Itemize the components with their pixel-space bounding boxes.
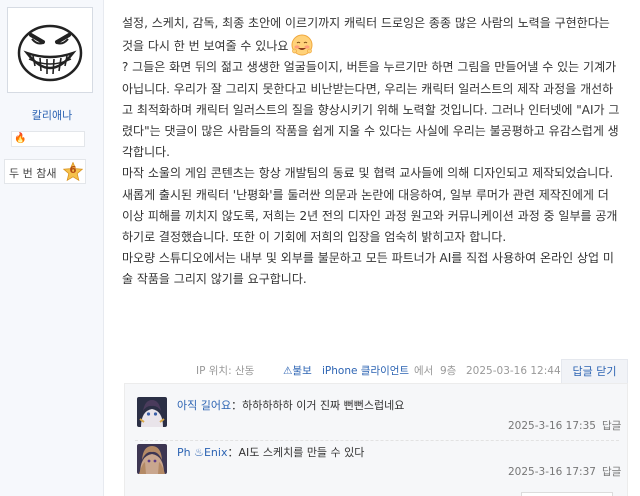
- reply-separator: ：: [231, 399, 243, 412]
- reply-link[interactable]: 답글: [602, 420, 621, 432]
- post-timestamp: 2025-03-16 12:44: [466, 365, 561, 377]
- blushing-smile-emoji-icon: [291, 34, 313, 56]
- level-number: 6: [69, 165, 77, 176]
- floor-number: 9층: [440, 365, 457, 377]
- reply-meta: 2025-3-16 17:35 답글: [508, 418, 621, 434]
- post-paragraph: ? 그들은 화면 뒤의 젊고 생생한 얼굴들이지, 버튼을 누르기만 하면 그림…: [122, 60, 620, 160]
- report-link[interactable]: ⚠불보: [283, 361, 312, 381]
- ip-location: IP 위치: 산동: [196, 365, 255, 377]
- more-replies-box[interactable]: [521, 492, 613, 496]
- author-avatar[interactable]: [7, 7, 93, 93]
- anime-avatar-icon: [137, 444, 167, 474]
- post-paragraph: 마작 소울의 게임 콘텐츠는 항상 개발팀의 동료 및 협력 교사들에 의해 디…: [122, 166, 618, 245]
- reply-username[interactable]: Ph ♨Enix: [177, 446, 227, 459]
- fire-icon: 🔥: [14, 133, 27, 144]
- level-badge[interactable]: 두 번 참새 6: [4, 159, 86, 184]
- reply-separator: ：: [227, 446, 239, 459]
- reply-text: AI도 스케치를 만들 수 있다: [238, 446, 365, 459]
- reply-meta: 2025-3-16 17:37 답글: [508, 464, 621, 480]
- post-paragraph: 마오량 스튜디오에서는 내부 및 외부를 불문하고 모든 파트너가 AI를 직접…: [122, 251, 614, 287]
- reply-divider: [135, 440, 619, 441]
- reply-username[interactable]: 아직 길어요: [177, 399, 231, 412]
- sub-reply-list: 아직 길어요：하하하하하 이거 진짜 뻔뻔스럽네요 2025-3-16 17:3…: [124, 383, 628, 496]
- reply-avatar[interactable]: [137, 397, 167, 427]
- reply-time: 2025-3-16 17:35: [508, 420, 596, 432]
- reply-text: 하하하하하 이거 진짜 뻔뻔스럽네요: [242, 399, 405, 412]
- author-username[interactable]: 칼리애나: [0, 107, 104, 123]
- reply-toggle-button[interactable]: 답글 닫기: [561, 359, 628, 383]
- anime-avatar-icon: [137, 397, 167, 427]
- fan-badge[interactable]: 🔥: [11, 131, 85, 147]
- client-suffix: 에서: [414, 365, 434, 377]
- level-label: 두 번 참새: [9, 167, 57, 180]
- reply-line: Ph ♨Enix：AI도 스케치를 만들 수 있다: [177, 445, 364, 461]
- reply-link[interactable]: 답글: [602, 466, 621, 478]
- client-link[interactable]: iPhone 클라이언트: [322, 361, 409, 381]
- reply-line: 아직 길어요：하하하하하 이거 진짜 뻔뻔스럽네요: [177, 398, 404, 414]
- post-paragraph: 설정, 스케치, 감독, 최종 초안에 이르기까지 캐릭터 드로잉은 종종 많은…: [122, 13, 622, 57]
- author-sidebar: 칼리애나 🔥 두 번 참새 6: [0, 0, 104, 496]
- post-content: 설정, 스케치, 감독, 최종 초안에 이르기까지 캐릭터 드로잉은 종종 많은…: [122, 13, 622, 291]
- reply-time: 2025-3-16 17:37: [508, 466, 596, 478]
- post-text: 설정, 스케치, 감독, 최종 초안에 이르기까지 캐릭터 드로잉은 종종 많은…: [122, 16, 610, 54]
- reply-avatar[interactable]: [137, 444, 167, 474]
- grinning-face-icon: [11, 11, 89, 89]
